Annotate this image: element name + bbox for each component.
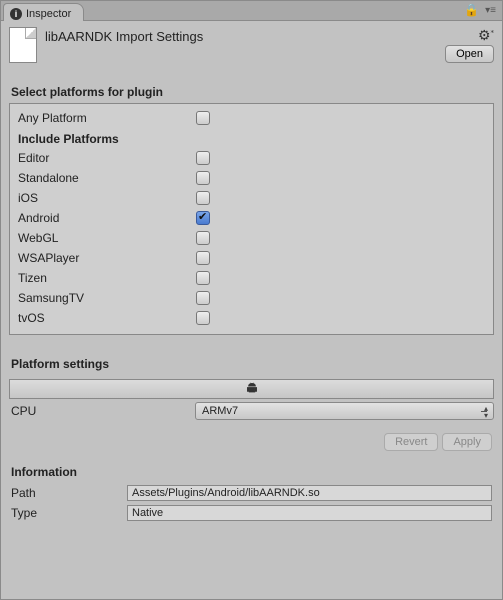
- include-platforms-header: Include Platforms: [16, 128, 487, 148]
- tab-bar: i Inspector 🔒 ▾≡: [1, 1, 502, 21]
- apply-revert-row: Revert Apply: [1, 423, 502, 457]
- android-icon: [245, 381, 259, 398]
- info-path-value: Assets/Plugins/Android/libAARNDK.so: [127, 485, 492, 501]
- platform-row: SamsungTV: [16, 288, 487, 308]
- platform-label: Tizen: [16, 271, 196, 285]
- info-type-row: Type Native: [11, 503, 492, 523]
- platform-row: WebGL: [16, 228, 487, 248]
- tab-label: Inspector: [26, 8, 71, 20]
- platform-checkbox[interactable]: [196, 231, 210, 245]
- tab-menu-icon[interactable]: ▾≡: [485, 5, 496, 16]
- platform-label: SamsungTV: [16, 291, 196, 305]
- open-button[interactable]: Open: [445, 45, 494, 63]
- lock-icon[interactable]: 🔒: [464, 3, 479, 17]
- platform-checkbox[interactable]: [196, 171, 210, 185]
- section-title-information: Information: [1, 457, 502, 483]
- platform-row: tvOS: [16, 308, 487, 328]
- any-platform-checkbox[interactable]: [196, 111, 210, 125]
- asset-header: libAARNDK Import Settings ⚙⁎ Open: [1, 21, 502, 65]
- platforms-box: Any Platform Include Platforms Editor Sta…: [9, 103, 494, 335]
- platform-row: WSAPlayer: [16, 248, 487, 268]
- cpu-dropdown[interactable]: ARMv7 ▴▾: [195, 402, 494, 420]
- cpu-label: CPU: [9, 404, 189, 418]
- file-icon: [9, 27, 37, 63]
- platform-checkbox[interactable]: [196, 291, 210, 305]
- asset-title: libAARNDK Import Settings: [45, 27, 494, 44]
- platform-label: WebGL: [16, 231, 196, 245]
- any-platform-row: Any Platform: [16, 108, 487, 128]
- platform-label: Android: [16, 211, 196, 225]
- platform-checkbox[interactable]: [196, 311, 210, 325]
- cpu-value: ARMv7: [202, 405, 238, 417]
- platform-row: iOS: [16, 188, 487, 208]
- any-platform-label: Any Platform: [16, 111, 196, 125]
- platform-checkbox[interactable]: [196, 211, 210, 225]
- gear-icon[interactable]: ⚙⁎: [478, 27, 494, 44]
- platform-label: tvOS: [16, 311, 196, 325]
- info-icon: i: [10, 8, 22, 20]
- platform-tab-header[interactable]: [9, 379, 494, 399]
- info-path-row: Path Assets/Plugins/Android/libAARNDK.so: [11, 483, 492, 503]
- inspector-panel: i Inspector 🔒 ▾≡ libAARNDK Import Settin…: [0, 0, 503, 600]
- apply-button[interactable]: Apply: [442, 433, 492, 451]
- platform-label: Editor: [16, 151, 196, 165]
- platform-row: Tizen: [16, 268, 487, 288]
- info-type-value: Native: [127, 505, 492, 521]
- platform-checkbox[interactable]: [196, 251, 210, 265]
- section-title-platform-settings: Platform settings: [1, 349, 502, 375]
- tab-inspector[interactable]: i Inspector: [3, 3, 84, 21]
- section-title-platforms: Select platforms for plugin: [1, 77, 502, 103]
- revert-button[interactable]: Revert: [384, 433, 438, 451]
- platform-checkbox[interactable]: [196, 271, 210, 285]
- platform-row: Android: [16, 208, 487, 228]
- platform-checkbox[interactable]: [196, 191, 210, 205]
- platform-row: Editor: [16, 148, 487, 168]
- cpu-row: CPU ARMv7 ▴▾: [9, 399, 494, 423]
- info-type-label: Type: [11, 506, 121, 520]
- platform-list: Editor Standalone iOS Android WebGL WSAPlayer…: [16, 148, 487, 328]
- platform-row: Standalone: [16, 168, 487, 188]
- platform-checkbox[interactable]: [196, 151, 210, 165]
- platform-label: iOS: [16, 191, 196, 205]
- info-path-label: Path: [11, 486, 121, 500]
- platform-label: Standalone: [16, 171, 196, 185]
- platform-label: WSAPlayer: [16, 251, 196, 265]
